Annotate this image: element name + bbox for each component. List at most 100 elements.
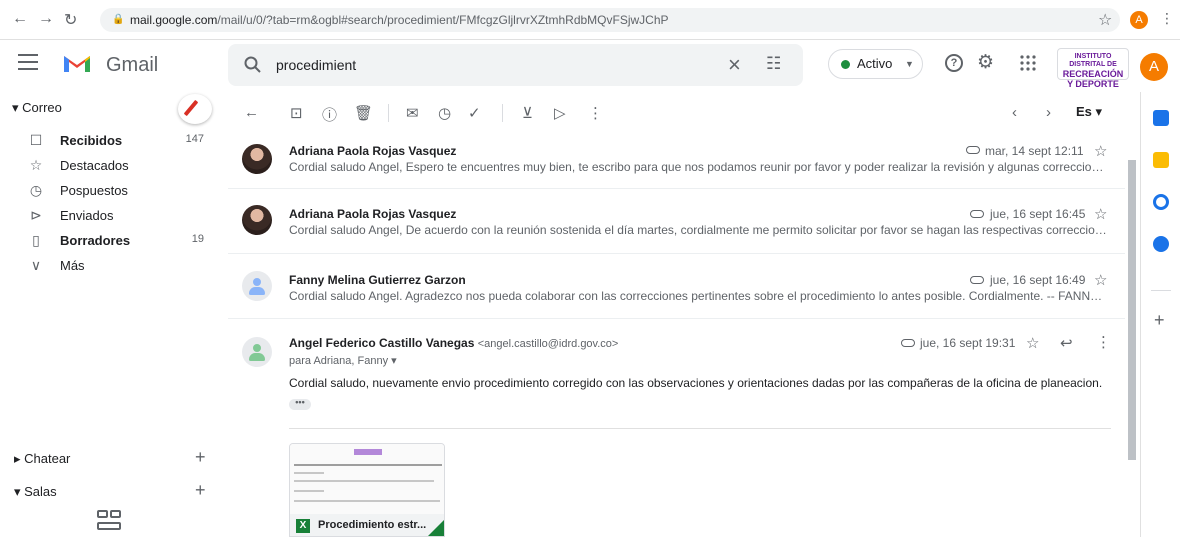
label-icon[interactable]: ▷ [554, 104, 566, 122]
org-logo-line2: RECREACIÓN [1062, 69, 1124, 79]
search-icon[interactable] [244, 56, 262, 74]
sender-avatar [242, 144, 272, 174]
star-icon[interactable]: ☆ [1094, 142, 1107, 160]
add-chat-icon[interactable]: + [195, 447, 206, 468]
section-toggle-chat[interactable]: ▸ Chatear [14, 451, 70, 467]
rooms-title: Salas [24, 484, 57, 499]
section-toggle-mail[interactable]: ▾ Correo [12, 100, 62, 116]
attachment-icon [901, 339, 915, 347]
sidebar-item-more[interactable]: ∨ Más [0, 253, 228, 278]
newer-chevron-icon[interactable]: ‹ [1012, 104, 1017, 121]
thread-message-collapsed[interactable]: Fanny Melina Gutierrez Garzon Cordial sa… [228, 254, 1125, 319]
message-date: jue, 16 sept 19:31 [920, 336, 1016, 350]
archive-icon[interactable]: ⊡ [290, 104, 303, 122]
help-icon[interactable]: ? [945, 54, 963, 72]
star-icon[interactable]: ☆ [1094, 271, 1107, 289]
draft-count: 19 [191, 233, 204, 245]
close-icon[interactable]: × [728, 52, 741, 78]
star-icon[interactable]: ☆ [1026, 334, 1039, 352]
attachment-card[interactable]: X Procedimiento estr... [289, 443, 445, 537]
side-panel-divider [1151, 290, 1171, 291]
message-body: Cordial saludo, nuevamente envio procedi… [289, 376, 1103, 390]
tasks-icon[interactable] [1153, 194, 1169, 210]
browser-menu-icon[interactable]: ⋮ [1160, 10, 1174, 27]
side-panel: + [1140, 92, 1180, 537]
attachment-divider [289, 428, 1111, 429]
search-options-icon[interactable]: ☷ [766, 54, 781, 74]
sidebar-item-starred[interactable]: ☆ Destacados [0, 153, 228, 178]
section-toggle-rooms[interactable]: ▾ Salas [14, 484, 57, 500]
star-icon[interactable]: ☆ [1094, 205, 1107, 223]
organization-logo[interactable]: INSTITUTO DISTRITAL DE RECREACIÓN Y DEPO… [1057, 48, 1129, 89]
org-logo-line3: Y DEPORTE [1067, 79, 1119, 89]
account-avatar[interactable]: A [1140, 53, 1168, 81]
status-dot [841, 60, 850, 69]
url-host: mail.google.com [130, 13, 218, 27]
add-room-icon[interactable]: + [195, 480, 206, 501]
attachment-icon [970, 210, 984, 218]
status-label: Activo [857, 56, 893, 71]
sidebar-item-label: Más [60, 258, 85, 273]
browser-profile-avatar[interactable]: A [1130, 11, 1148, 29]
sidebar-item-label: Borradores [60, 233, 131, 248]
chat-title: Chatear [24, 451, 71, 466]
address-bar[interactable]: 🔒 mail.google.com/mail/u/0/?tab=rm&ogbl#… [100, 8, 1120, 32]
gear-icon[interactable]: ⚙ [977, 51, 994, 74]
report-spam-icon[interactable]: ⓘ [322, 104, 337, 125]
sender-name: Adriana Paola Rojas Vasquez [289, 144, 457, 158]
back-icon[interactable]: ← [244, 104, 259, 121]
apps-grid-icon[interactable] [1020, 55, 1036, 71]
more-options-icon[interactable]: ⋮ [588, 104, 603, 122]
scrollbar-thumb[interactable] [1128, 160, 1136, 460]
bookmark-star-icon[interactable]: ☆ [1098, 10, 1112, 30]
search-input[interactable] [276, 54, 706, 76]
sidebar-item-snoozed[interactable]: ◷ Pospuestos [0, 178, 228, 203]
gmail-logo-icon[interactable] [62, 52, 92, 74]
sidebar-item-sent[interactable]: ⊳ Enviados [0, 203, 228, 228]
show-trimmed-content-button[interactable]: ••• [289, 398, 311, 410]
chevron-down-icon: ∨ [30, 257, 42, 273]
attachment-icon [970, 276, 984, 284]
add-task-icon[interactable]: ✓ [468, 104, 481, 122]
hamburger-menu-icon[interactable] [18, 54, 38, 70]
recipients-label: para Adriana, Fanny [289, 355, 389, 367]
keep-icon[interactable] [1153, 152, 1169, 168]
sender-avatar [242, 271, 272, 301]
thread-message-collapsed[interactable]: Adriana Paola Rojas Vasquez Cordial salu… [228, 189, 1125, 254]
move-to-icon[interactable]: ⊻ [522, 104, 533, 122]
reply-icon[interactable]: ↩ [1060, 334, 1073, 352]
input-language-select[interactable]: Es ▾ [1076, 104, 1102, 120]
contacts-icon[interactable] [1153, 236, 1169, 252]
message-date: mar, 14 sept 12:11 [985, 144, 1084, 158]
mark-unread-icon[interactable]: ✉ [406, 104, 419, 122]
calendar-icon[interactable] [1153, 110, 1169, 126]
thread-message-collapsed[interactable]: Adriana Paola Rojas Vasquez Cordial salu… [228, 132, 1125, 189]
unread-count: 147 [185, 133, 204, 145]
back-arrow-icon[interactable]: ← [12, 10, 28, 28]
language-label: Es [1076, 104, 1092, 119]
older-chevron-icon[interactable]: › [1046, 104, 1051, 121]
attachment-filename: Procedimiento estr... [318, 519, 427, 531]
caret-down-icon: ▼ [905, 59, 914, 69]
recipients-dropdown[interactable]: para Adriana, Fanny ▾ [289, 354, 397, 367]
expanded-sender[interactable]: Angel Federico Castillo Vanegas <angel.c… [289, 336, 618, 350]
pencil-icon [183, 99, 199, 117]
send-icon: ⊳ [30, 207, 42, 223]
sidebar-item-label: Destacados [60, 158, 129, 173]
status-dropdown[interactable]: Activo ▼ [828, 49, 923, 79]
sidebar-item-inbox[interactable]: ☐ Recibidos 147 [0, 128, 228, 153]
delete-icon[interactable]: 🗑 [354, 104, 373, 122]
reload-icon[interactable]: ↻ [64, 10, 77, 30]
more-options-icon[interactable]: ⋮ [1096, 333, 1111, 351]
sidebar-item-drafts[interactable]: ▯ Borradores 19 [0, 228, 228, 253]
snooze-icon[interactable]: ◷ [438, 104, 451, 122]
left-sidebar: ▾ Correo ☐ Recibidos 147 ☆ Destacados ◷ … [0, 92, 228, 537]
message-snippet: Cordial saludo Angel. Agradezco nos pued… [289, 289, 1109, 303]
section-title: Correo [22, 100, 62, 115]
forward-arrow-icon[interactable]: → [38, 10, 54, 28]
compose-button[interactable] [178, 94, 212, 124]
sidebar-item-label: Enviados [60, 208, 114, 223]
sender-avatar [242, 337, 272, 367]
attachment-icon [966, 146, 980, 154]
get-addons-icon[interactable]: + [1154, 310, 1165, 331]
